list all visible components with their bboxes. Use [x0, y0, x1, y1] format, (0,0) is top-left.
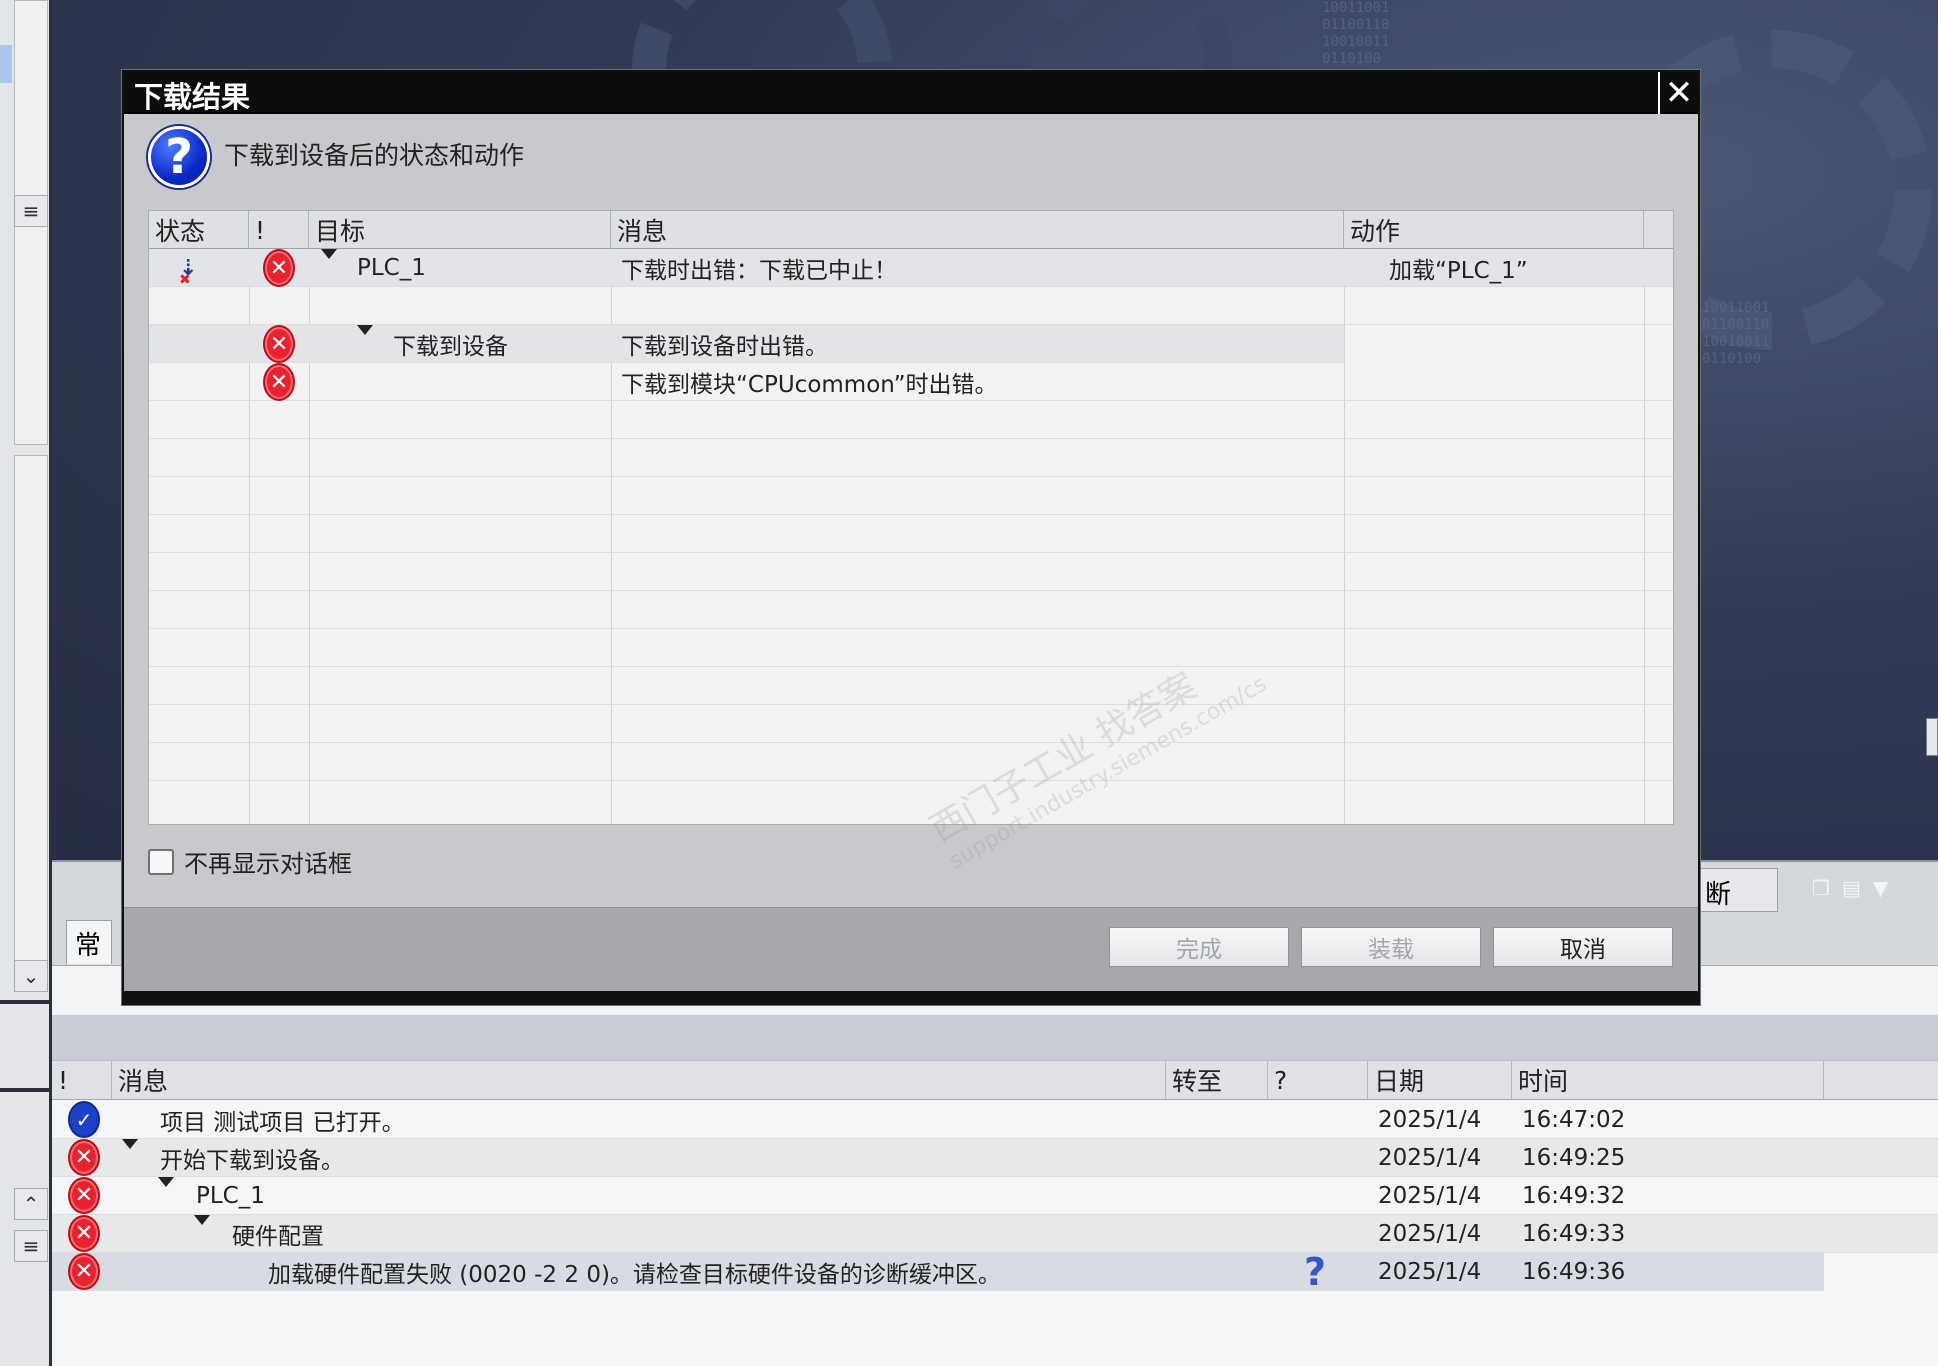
- table-row[interactable]: ⇣ ✖ ✕ PLC_1 下载时出错：下载已中止！ 加载“PLC_1”: [149, 249, 1673, 289]
- cancel-button[interactable]: 取消: [1493, 927, 1673, 967]
- col-help[interactable]: ?: [1268, 1061, 1368, 1099]
- log-date: 2025/1/4: [1378, 1258, 1482, 1285]
- list-icon[interactable]: ≡: [14, 1230, 48, 1262]
- download-result-dialog: 下载结果 ✕ ? 下载到设备后的状态和动作 状态 ! 目标 消息 动作 ⇣ ✖ ✕…: [122, 70, 1700, 1005]
- col-message[interactable]: 消息: [611, 211, 1344, 249]
- restore-window-icon[interactable]: ❐: [1812, 876, 1830, 900]
- log-date: 2025/1/4: [1378, 1220, 1482, 1247]
- log-time: 16:47:02: [1522, 1106, 1626, 1133]
- log-time: 16:49:36: [1522, 1258, 1626, 1285]
- binary-decoration: 10011001 01100110 10010011 0110100: [1702, 300, 1770, 367]
- dialog-titlebar: 下载结果 ✕: [124, 72, 1698, 114]
- log-row[interactable]: ✕ 加载硬件配置失败 (0020 -2 2 0)。请检查目标硬件设备的诊断缓冲区…: [52, 1250, 1824, 1294]
- error-icon: ✕: [68, 1253, 100, 1290]
- log-date: 2025/1/4: [1378, 1182, 1482, 1209]
- error-icon: ✕: [68, 1215, 100, 1252]
- table-row[interactable]: ✕ 下载到设备 下载到设备时出错。: [149, 325, 1344, 363]
- log-time: 16:49:32: [1522, 1182, 1626, 1209]
- col-time[interactable]: 时间: [1512, 1061, 1824, 1099]
- selection-marker: [0, 45, 12, 83]
- log-row[interactable]: ✕ PLC_1 2025/1/4 16:49:32: [52, 1177, 1938, 1215]
- close-icon[interactable]: ✕: [1658, 72, 1698, 114]
- expand-triangle-icon[interactable]: [194, 1215, 210, 1252]
- log-header: ! 消息 转至 ? 日期 时间: [52, 1060, 1938, 1100]
- expand-triangle-icon[interactable]: [122, 1139, 138, 1176]
- list-icon[interactable]: ≡: [14, 195, 48, 227]
- expand-triangle-icon[interactable]: [158, 1177, 174, 1214]
- col-goto[interactable]: 转至: [1166, 1061, 1268, 1099]
- checkbox-label: 不再显示对话框: [184, 850, 352, 878]
- chevron-up-icon[interactable]: ⌃: [14, 1188, 48, 1220]
- left-scrollbar-mid[interactable]: [14, 455, 48, 990]
- tab-diagnostics[interactable]: 断: [1700, 868, 1778, 912]
- canvas-scroll-handle[interactable]: [1926, 718, 1938, 756]
- row-message: 下载到模块“CPUcommon”时出错。: [621, 372, 998, 398]
- log-time: 16:49:25: [1522, 1144, 1626, 1171]
- expand-triangle-icon[interactable]: [357, 325, 373, 363]
- row-target: PLC_1: [357, 255, 426, 281]
- log-date: 2025/1/4: [1378, 1106, 1482, 1133]
- error-icon: ✕: [263, 363, 295, 401]
- log-message: 加载硬件配置失败 (0020 -2 2 0)。请检查目标硬件设备的诊断缓冲区。: [268, 1261, 1001, 1288]
- col-action[interactable]: 动作: [1344, 211, 1644, 249]
- log-message: 项目 测试项目 已打开。: [160, 1109, 405, 1136]
- expand-triangle-icon[interactable]: [321, 249, 337, 287]
- row-message: 下载时出错：下载已中止！: [621, 258, 897, 284]
- layout-icon[interactable]: ▤: [1842, 876, 1861, 900]
- col-severity[interactable]: !: [249, 211, 309, 249]
- error-icon: ✕: [263, 325, 295, 363]
- log-row[interactable]: ✕ 硬件配置 2025/1/4 16:49:33: [52, 1215, 1938, 1253]
- message-log: ! 消息 转至 ? 日期 时间 ✓ 项目 测试项目 已打开。 2025/1/4 …: [52, 1060, 1938, 1366]
- log-row[interactable]: ✕ 开始下载到设备。 2025/1/4 16:49:25: [52, 1139, 1938, 1177]
- help-link[interactable]: ?: [1304, 1250, 1326, 1294]
- error-icon: ✕: [263, 249, 295, 287]
- tab-general[interactable]: 常: [66, 920, 112, 964]
- log-row[interactable]: ✓ 项目 测试项目 已打开。 2025/1/4 16:47:02: [52, 1101, 1938, 1139]
- error-icon: ✕: [68, 1139, 100, 1176]
- load-button[interactable]: 装载: [1301, 927, 1481, 967]
- divider: [0, 1000, 52, 1004]
- dialog-title: 下载结果: [134, 80, 251, 114]
- chevron-down-icon[interactable]: ⌄: [14, 960, 48, 992]
- tab-label: 常: [75, 931, 102, 961]
- download-error-icon: ⇣ ✖: [179, 255, 198, 289]
- row-target: 下载到设备: [393, 334, 508, 360]
- col-status[interactable]: 状态: [149, 211, 249, 249]
- divider: [0, 1088, 52, 1092]
- finish-button[interactable]: 完成: [1109, 927, 1289, 967]
- binary-decoration: 10011001 01100110 10010011 0110100: [1322, 0, 1390, 67]
- dont-show-again[interactable]: 不再显示对话框: [148, 844, 352, 879]
- table-row[interactable]: ✕ 下载到模块“CPUcommon”时出错。: [149, 363, 1673, 401]
- log-message: PLC_1: [196, 1182, 265, 1209]
- tab-label: 断: [1705, 880, 1732, 910]
- col-date[interactable]: 日期: [1368, 1061, 1512, 1099]
- log-time: 16:49:33: [1522, 1220, 1626, 1247]
- success-check-icon: ✓: [68, 1101, 100, 1138]
- dialog-subtitle: 下载到设备后的状态和动作: [224, 141, 525, 170]
- col-severity[interactable]: !: [52, 1061, 112, 1099]
- error-icon: ✕: [68, 1177, 100, 1214]
- result-table-header: 状态 ! 目标 消息 动作: [149, 211, 1673, 249]
- chevron-down-icon[interactable]: ▼: [1873, 876, 1888, 900]
- log-message: 硬件配置: [232, 1223, 324, 1250]
- col-target[interactable]: 目标: [309, 211, 611, 249]
- log-date: 2025/1/4: [1378, 1144, 1482, 1171]
- panel-controls: ❐ ▤ ▼: [1812, 876, 1888, 900]
- result-table: 状态 ! 目标 消息 动作 ⇣ ✖ ✕ PLC_1 下载时出错：下载已中止！ 加载…: [148, 210, 1674, 825]
- log-message: 开始下载到设备。: [160, 1147, 344, 1174]
- action-select[interactable]: 加载“PLC_1”: [1389, 249, 1528, 287]
- question-icon: ?: [148, 126, 210, 188]
- row-message: 下载到设备时出错。: [621, 334, 828, 360]
- checkbox[interactable]: [148, 848, 174, 875]
- col-message[interactable]: 消息: [112, 1061, 1166, 1099]
- table-row: [149, 287, 1673, 325]
